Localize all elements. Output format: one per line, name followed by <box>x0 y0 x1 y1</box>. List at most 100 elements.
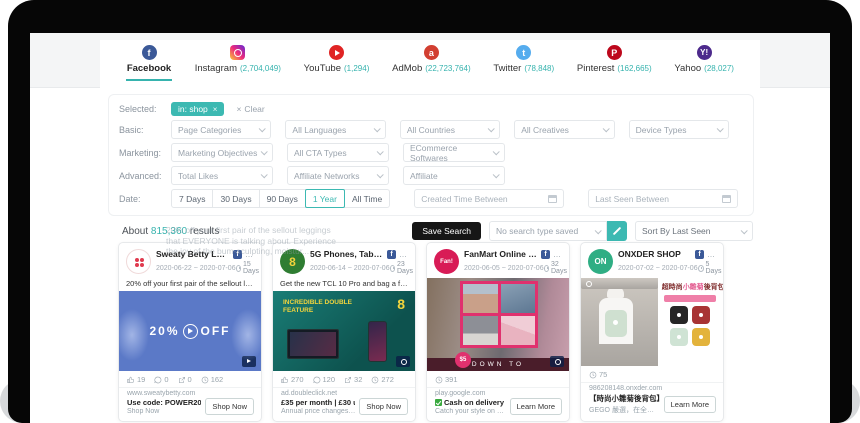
landing-url[interactable]: www.sweatybetty.com <box>119 388 261 397</box>
share-icon <box>178 376 186 384</box>
like-icon <box>281 376 289 384</box>
duration-stat: 75 <box>589 370 607 379</box>
ad-card[interactable]: 8 5G Phones, Tablets & SIMs | ... f … 20… <box>272 242 416 422</box>
device-types-select[interactable]: Device Types <box>629 120 729 139</box>
affiliate-select[interactable]: Affiliate <box>403 166 505 185</box>
brand-logo: 8 <box>397 296 405 312</box>
preset-30-days[interactable]: 30 Days <box>212 189 259 208</box>
check-icon <box>435 399 442 406</box>
twitter-icon: t <box>516 45 531 60</box>
cta-types-select[interactable]: All CTA Types <box>287 143 389 162</box>
tab-youtube[interactable]: YouTube (1,294) <box>304 45 370 88</box>
ad-media[interactable]: $5 DOWN TO <box>427 278 569 371</box>
chevron-down-icon <box>377 148 384 155</box>
created-time-input[interactable]: Created Time Between <box>414 189 564 208</box>
date-range: 2020-06-22 ~ 2020-07-06 <box>156 265 236 272</box>
page-title[interactable]: 5G Phones, Tablets & SIMs | ... <box>310 249 384 259</box>
languages-select[interactable]: All Languages <box>285 120 385 139</box>
preset-all-time[interactable]: All Time <box>344 189 390 208</box>
sort-select[interactable]: Sort By Last Seen <box>635 221 753 241</box>
ad-card[interactable]: Sweaty Betty London | Wom... f … 2020-06… <box>118 242 262 422</box>
tab-twitter[interactable]: t Twitter (78,848) <box>493 45 554 88</box>
more-icon[interactable]: … <box>399 250 408 259</box>
creatives-select[interactable]: All Creatives <box>514 120 614 139</box>
like-icon <box>127 376 135 384</box>
date-range: 2020-07-02 ~ 2020-07-06 <box>618 265 698 272</box>
card-footer: Cash on delivery Days fr... Catch your s… <box>427 397 569 421</box>
landing-url[interactable]: play.google.com <box>427 388 569 397</box>
page-title[interactable]: Sweaty Betty London | Wom... <box>156 249 230 259</box>
results-actions: Save Search No search type saved Sort By… <box>412 221 753 241</box>
total-likes-select[interactable]: Total Likes <box>171 166 273 185</box>
shoe-collage <box>460 281 538 348</box>
chevron-down-icon <box>377 171 384 178</box>
results-number: 815,360 <box>151 226 187 237</box>
tab-yahoo[interactable]: Y! Yahoo (28,027) <box>674 45 734 88</box>
photo-badge-icon <box>396 356 410 367</box>
cta-button[interactable]: Shop Now <box>205 398 254 415</box>
cta-button[interactable]: Shop Now <box>359 398 408 415</box>
date-presets: 7 Days 30 Days 90 Days 1 Year All Time <box>171 189 390 208</box>
share-icon <box>344 376 352 384</box>
preset-7-days[interactable]: 7 Days <box>171 189 213 208</box>
more-icon[interactable]: … <box>553 250 562 259</box>
page-categories-select[interactable]: Page Categories <box>171 120 271 139</box>
filter-chip-shop[interactable]: in: shop× <box>171 102 224 116</box>
card-header: ON ONXDER SHOP f … 2020-07-02 ~ 2020-07-… <box>581 243 723 278</box>
play-icon[interactable] <box>183 324 198 339</box>
clear-filters-button[interactable]: ×Clear <box>236 104 264 114</box>
last-seen-input[interactable]: Last Seen Between <box>588 189 738 208</box>
card-footer: £35 per month | £30 upfront | ... Annual… <box>273 397 415 421</box>
landing-url[interactable]: 986208148.onxder.com <box>581 383 723 392</box>
marketing-label: Marketing: <box>119 148 171 158</box>
chevron-down-icon <box>493 171 500 178</box>
network-tabbar: f Facebook Instagram (2,704,049) YouTube… <box>100 40 760 88</box>
comment-icon <box>154 376 162 384</box>
tab-pinterest[interactable]: P Pinterest (162,665) <box>577 45 652 88</box>
ad-card[interactable]: Fan! FanMart Online Shopping - F... f … … <box>426 242 570 422</box>
affiliate-networks-select[interactable]: Affiliate Networks <box>287 166 389 185</box>
chevron-down-icon <box>261 148 268 155</box>
tab-facebook[interactable]: f Facebook <box>126 45 172 88</box>
marketing-filters-row: Marketing: Marketing Objectives All CTA … <box>119 143 743 162</box>
tab-instagram[interactable]: Instagram (2,704,049) <box>195 45 281 88</box>
chip-close-icon[interactable]: × <box>213 105 218 114</box>
avatar: Fan! <box>434 249 459 274</box>
ad-card[interactable]: ON ONXDER SHOP f … 2020-07-02 ~ 2020-07-… <box>580 242 724 422</box>
page-title[interactable]: FanMart Online Shopping - F... <box>464 249 538 259</box>
tab-band: f Facebook Instagram (2,704,049) YouTube… <box>30 33 830 88</box>
cta-button[interactable]: Learn More <box>664 396 716 413</box>
tab-count: (28,027) <box>704 64 734 73</box>
ad-media[interactable]: INCREDIBLE DOUBLEFEATURE 8 <box>273 291 415 371</box>
countries-select[interactable]: All Countries <box>400 120 500 139</box>
ad-text: Get the new TCL 10 Pro and bag a free TC… <box>273 278 415 291</box>
preset-1-year[interactable]: 1 Year <box>305 189 345 208</box>
more-icon[interactable]: … <box>707 250 716 259</box>
youtube-icon <box>329 45 344 60</box>
tab-count: (78,848) <box>524 64 554 73</box>
saved-search-select[interactable]: No search type saved <box>489 221 627 241</box>
ad-media[interactable]: 超時尚小雛菊後背包 <box>581 278 723 366</box>
preset-90-days[interactable]: 90 Days <box>259 189 306 208</box>
marketing-objectives-select[interactable]: Marketing Objectives <box>171 143 273 162</box>
cta-button[interactable]: Learn More <box>510 398 562 415</box>
chevron-down-icon <box>493 148 500 155</box>
days-running: 23 Days <box>397 261 415 275</box>
pinterest-icon: P <box>607 45 622 60</box>
comments-stat: 0 <box>154 375 168 384</box>
banner-strip: DOWN TO <box>427 358 569 371</box>
landing-url[interactable]: ad.doubleclick.net <box>273 388 415 397</box>
ecommerce-softwares-select[interactable]: ECommerce Softwares <box>403 143 505 162</box>
more-icon[interactable]: … <box>245 250 254 259</box>
page-title[interactable]: ONXDER SHOP <box>618 249 692 259</box>
avatar <box>126 249 151 274</box>
ad-media[interactable]: 20%OFF <box>119 291 261 371</box>
ad-results-grid: Sweaty Betty London | Wom... f … 2020-06… <box>118 242 724 422</box>
edit-saved-search-button[interactable] <box>607 221 627 241</box>
save-search-button[interactable]: Save Search <box>412 222 481 240</box>
avatar: 8 <box>280 249 305 274</box>
pencil-icon <box>613 227 621 235</box>
tab-admob[interactable]: a AdMob (22,723,764) <box>392 45 470 88</box>
ad-headline: Use code: POWER20 <box>127 398 201 407</box>
video-badge-icon <box>242 356 256 367</box>
